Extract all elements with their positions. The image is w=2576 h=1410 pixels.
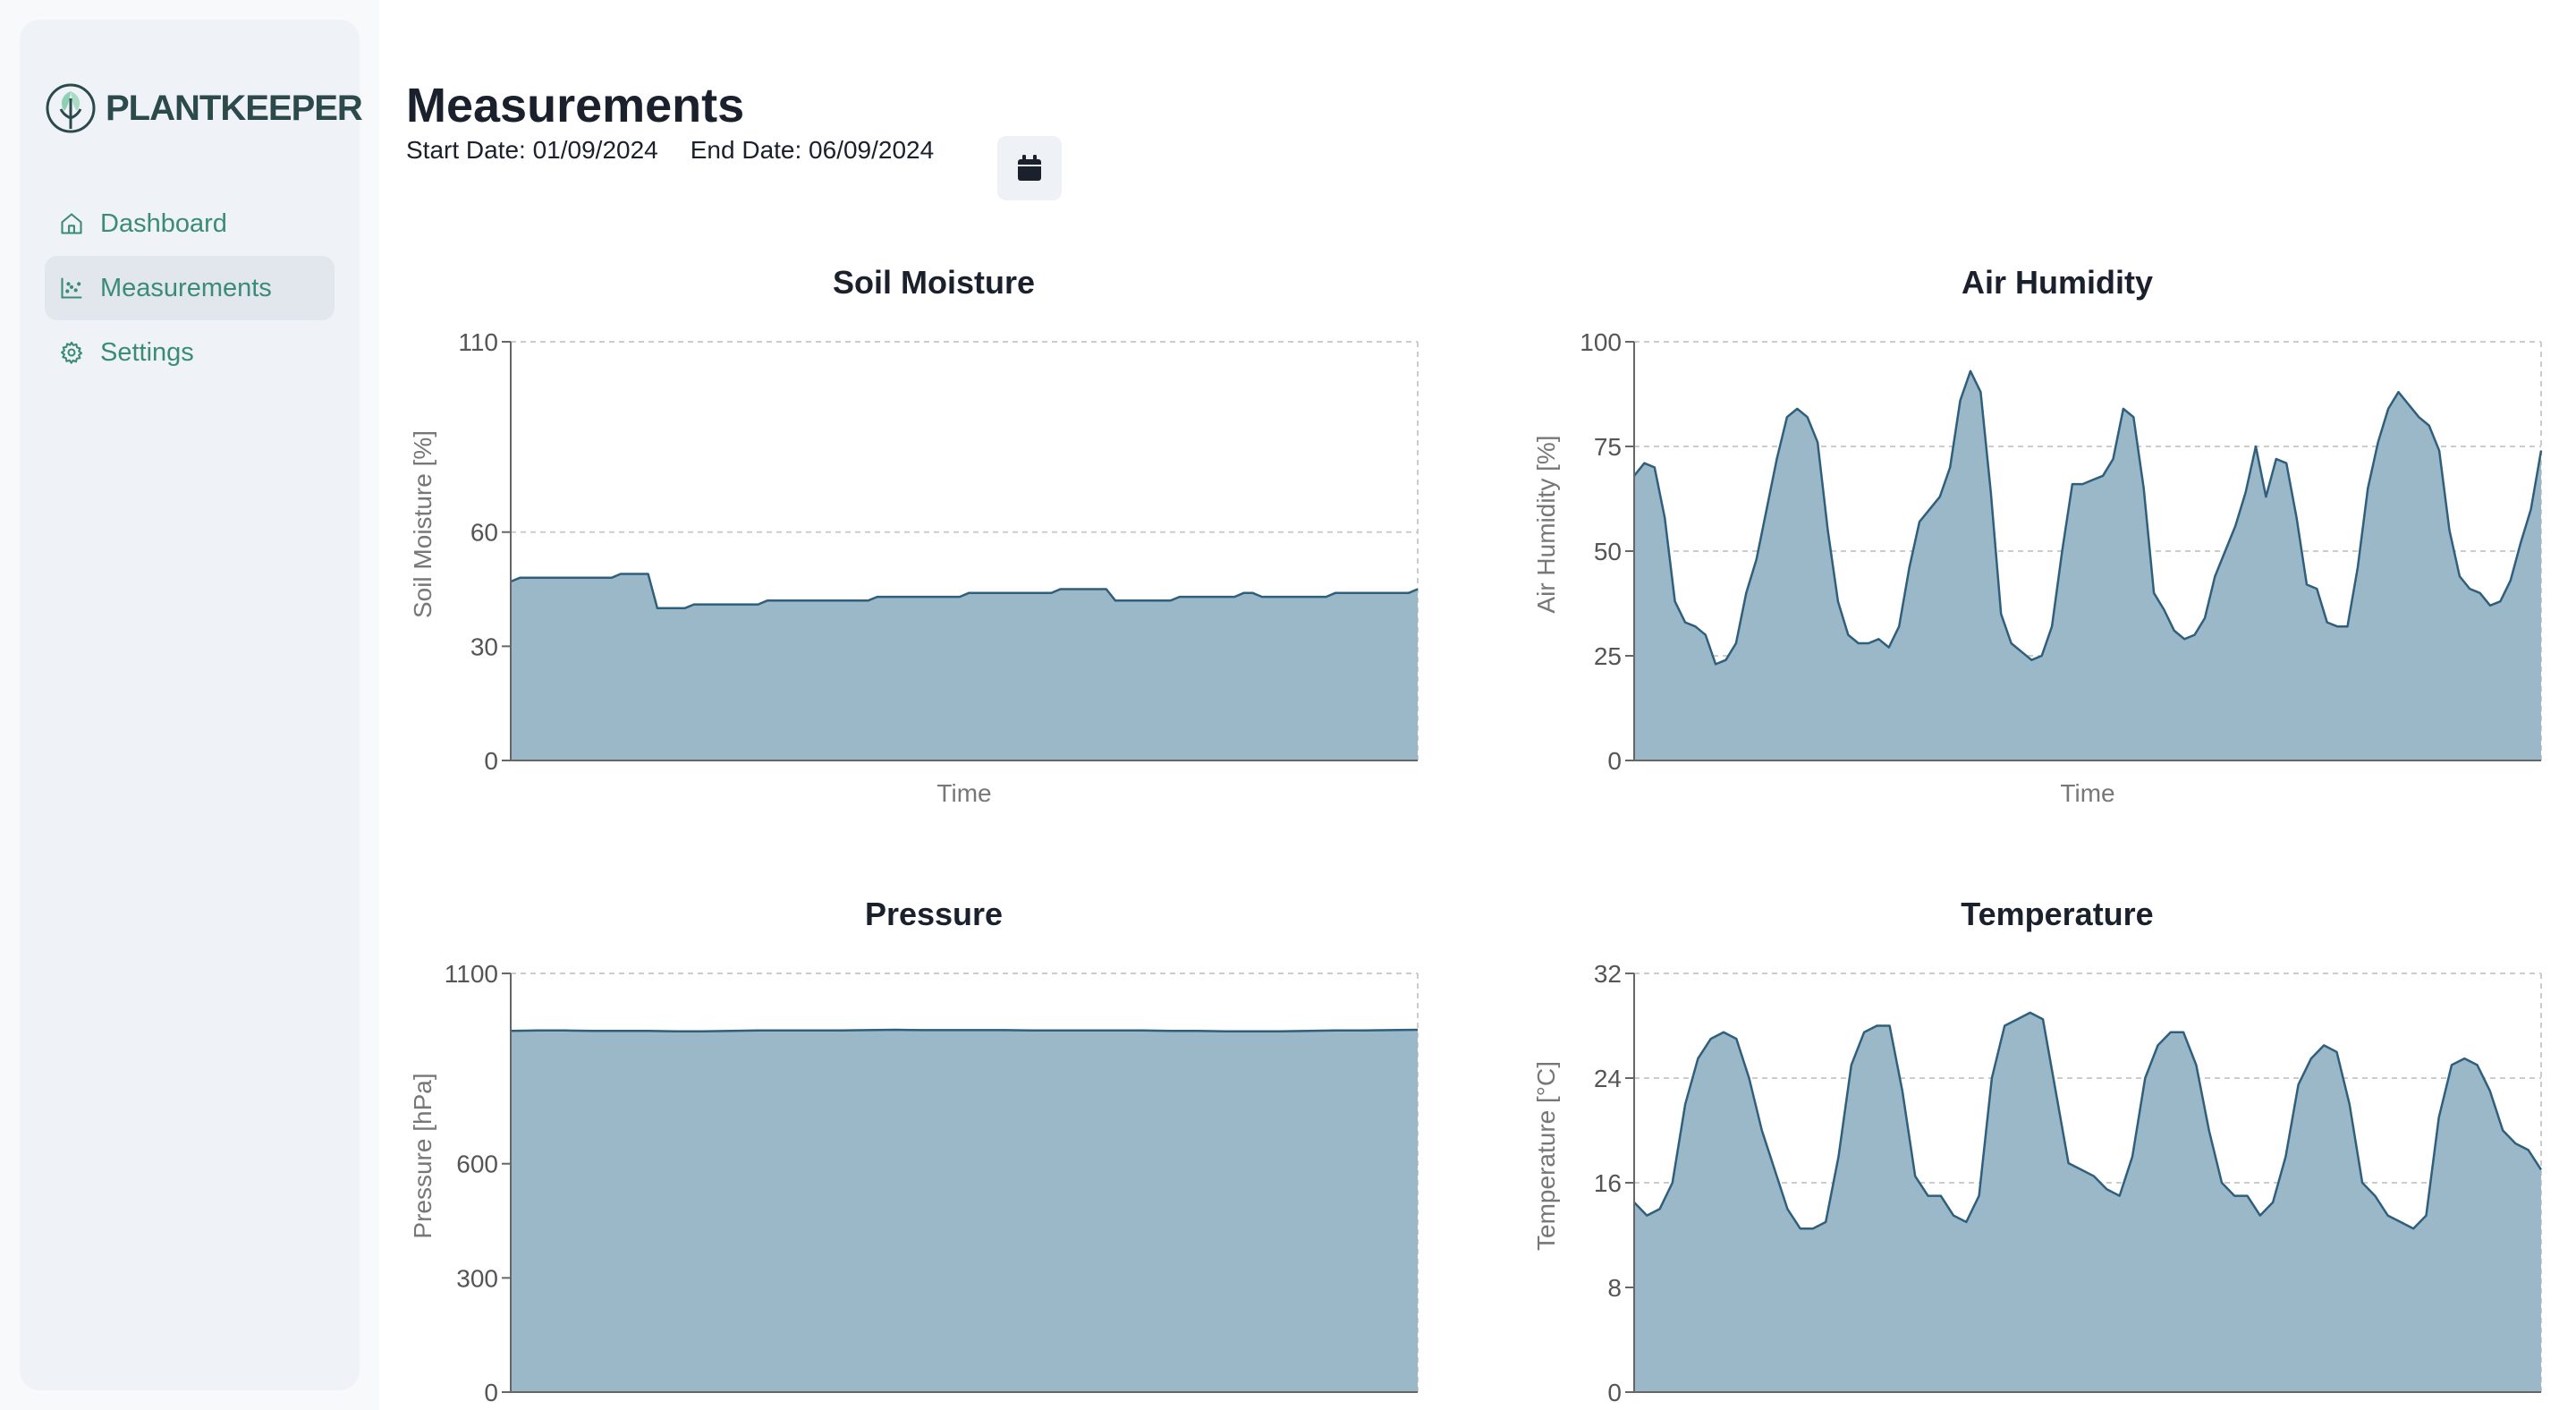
y-tick-label: 0 <box>1607 1379 1622 1406</box>
series-area <box>1634 1012 2541 1392</box>
sidebar-item-label: Measurements <box>100 273 272 302</box>
y-tick-label: 0 <box>1607 747 1622 775</box>
sidebar-item-label: Dashboard <box>100 208 227 238</box>
y-tick-label: 100 <box>1580 328 1622 356</box>
series-area <box>511 573 1418 760</box>
x-axis-label: Time <box>2060 779 2114 807</box>
y-tick-label: 0 <box>484 1379 498 1406</box>
y-axis-label: Temperature [°C] <box>1532 1061 1560 1251</box>
y-tick-label: 25 <box>1594 642 1622 670</box>
end-date: End Date: 06/09/2024 <box>690 136 935 164</box>
brand-name: PLANTKEEPER <box>106 88 363 128</box>
y-axis-label: Soil Moisture [%] <box>409 430 436 618</box>
soil-moisture-chart: Soil Moisture 0 30 60 110 Time Soil Moisture [… <box>406 254 1479 827</box>
x-axis-label: Time <box>936 779 991 807</box>
app-root: PLANTKEEPER Dashboard Measurements Setti… <box>0 0 2576 1410</box>
y-tick-label: 0 <box>484 747 498 775</box>
pressure-chart: Pressure03006001100TimePressure [hPa] <box>406 886 1479 1410</box>
y-tick-label: 600 <box>456 1151 498 1178</box>
y-tick-label: 16 <box>1594 1169 1622 1197</box>
y-tick-label: 75 <box>1594 433 1622 461</box>
y-tick-label: 110 <box>458 328 498 356</box>
series-area <box>1634 370 2541 760</box>
main-content: Measurements Start Date: 01/09/2024 End … <box>406 0 2576 1410</box>
sidebar-item-dashboard[interactable]: Dashboard <box>45 191 335 256</box>
chart-title: Pressure <box>865 896 1003 932</box>
series-line <box>510 1028 1419 1032</box>
chart-title: Air Humidity <box>1962 264 2153 301</box>
y-axis-label: Air Humidity [%] <box>1532 435 1560 613</box>
date-picker-button[interactable] <box>997 136 1062 200</box>
y-tick-label: 32 <box>1594 960 1622 988</box>
temperature-chart: Temperature08162432TimeTemperature [°C] <box>1530 886 2576 1410</box>
page-title: Measurements <box>406 79 745 132</box>
y-tick-label: 300 <box>456 1264 498 1292</box>
sidebar-item-label: Settings <box>100 337 194 367</box>
scatter-chart-icon <box>61 277 82 299</box>
sidebar-item-measurements[interactable]: Measurements <box>45 256 335 320</box>
y-tick-label: 24 <box>1594 1065 1622 1092</box>
y-tick-label: 8 <box>1607 1274 1622 1302</box>
y-tick-label: 30 <box>470 633 498 660</box>
gear-icon <box>60 341 83 364</box>
chart-title: Temperature <box>1961 896 2153 932</box>
chart-svg: Soil Moisture 0 30 60 110 Time Soil Moisture [… <box>409 264 1419 807</box>
brand[interactable]: PLANTKEEPER <box>45 82 363 134</box>
chart-svg: Pressure03006001100TimePressure [hPa] <box>409 896 1419 1406</box>
y-axis-label: Pressure [hPa] <box>409 1073 436 1238</box>
y-tick-label: 1100 <box>445 960 498 988</box>
y-tick-label: 50 <box>1594 538 1622 565</box>
chart-title: Soil Moisture <box>833 264 1035 301</box>
calendar-icon <box>1018 155 1041 181</box>
series-area <box>511 1030 1418 1392</box>
plant-logo-icon <box>46 83 96 133</box>
sidebar-item-settings[interactable]: Settings <box>45 320 335 385</box>
y-tick-label: 60 <box>470 519 498 547</box>
air-humidity-chart: Air Humidity 0 25 50 75 100 Time Air Humidity [… <box>1530 254 2576 827</box>
home-icon <box>61 213 82 234</box>
chart-svg: Temperature08162432TimeTemperature [°C] <box>1532 896 2543 1406</box>
date-range: Start Date: 01/09/2024 End Date: 06/09/2… <box>406 136 934 165</box>
sidebar: PLANTKEEPER Dashboard Measurements Setti… <box>20 20 363 1390</box>
chart-svg: Air Humidity 0 25 50 75 100 Time Air Humidity [… <box>1532 264 2543 807</box>
sidebar-nav: Dashboard Measurements Settings <box>45 191 335 385</box>
start-date: Start Date: 01/09/2024 <box>406 136 658 164</box>
